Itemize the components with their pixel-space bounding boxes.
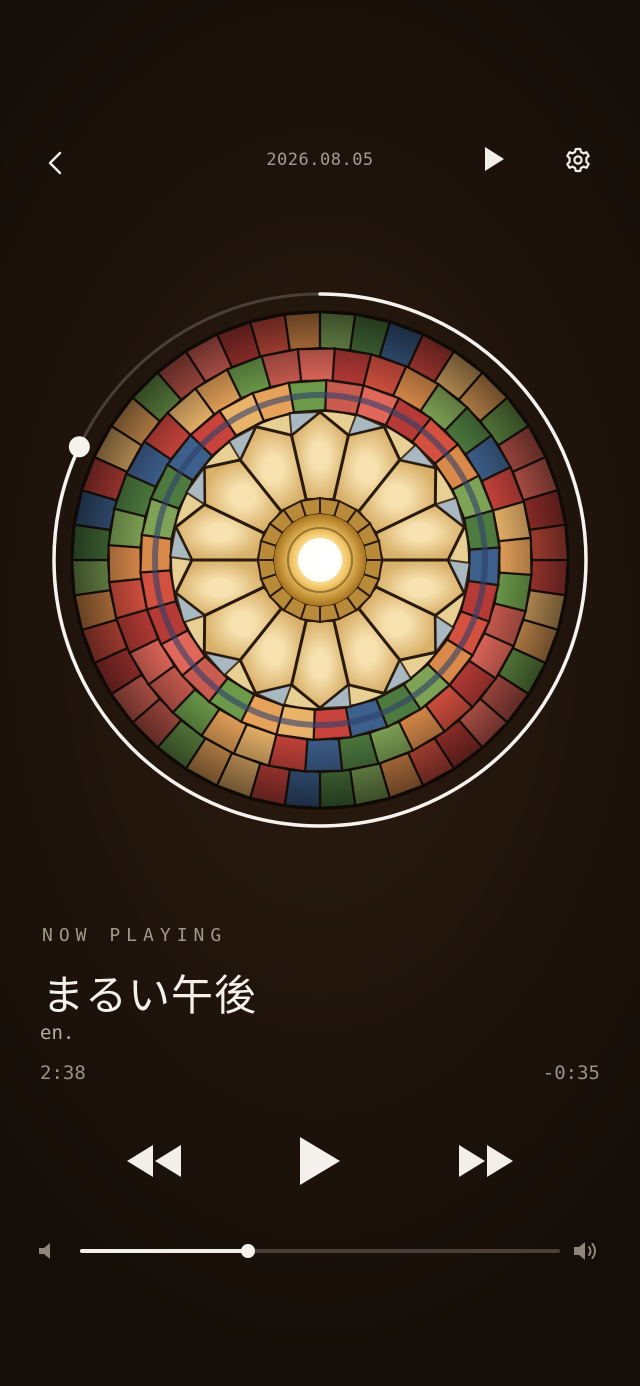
remaining-time: -0:35: [542, 1062, 600, 1084]
volume-slider-fill: [80, 1249, 248, 1253]
settings-button[interactable]: [560, 142, 596, 178]
now-playing-label: NOW PLAYING: [42, 925, 228, 946]
rewind-button[interactable]: [122, 1142, 186, 1180]
volume-slider-knob[interactable]: [241, 1244, 255, 1258]
volume-low-icon: [36, 1240, 56, 1262]
date-label: 2026.08.05: [266, 150, 374, 170]
track-title: まるい午後: [42, 971, 258, 1020]
volume-high-icon: [572, 1238, 600, 1264]
progress-knob[interactable]: [68, 436, 90, 458]
artist-name: en.: [40, 1022, 75, 1044]
album-artwork: [50, 290, 590, 830]
gear-icon: [566, 147, 590, 173]
header-play-button[interactable]: [478, 142, 512, 176]
fast-forward-button[interactable]: [454, 1142, 518, 1180]
rewind-icon: [127, 1145, 181, 1177]
chevron-left-icon: [48, 151, 62, 175]
volume-slider[interactable]: [80, 1244, 560, 1258]
stained-glass-lamp-artwork: [52, 292, 588, 828]
back-button[interactable]: [40, 145, 72, 181]
play-icon: [485, 147, 504, 171]
play-button[interactable]: [294, 1134, 346, 1188]
fast-forward-icon: [459, 1145, 513, 1177]
elapsed-time: 2:38: [40, 1062, 86, 1084]
play-icon: [300, 1137, 340, 1185]
